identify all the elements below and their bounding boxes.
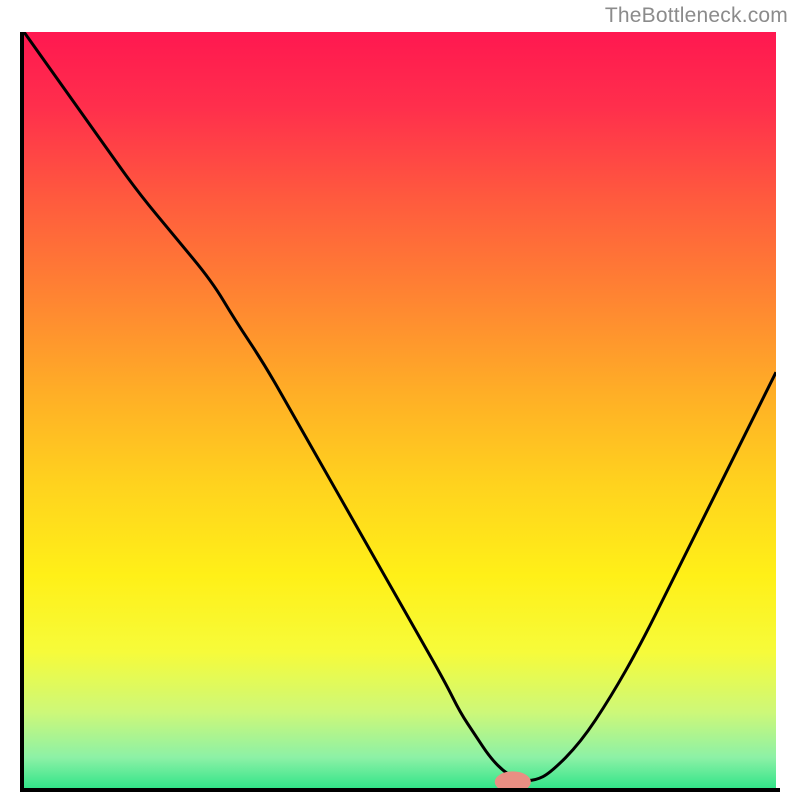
gradient-background bbox=[24, 32, 776, 788]
chart-svg bbox=[20, 32, 780, 792]
plot-area bbox=[20, 32, 780, 792]
watermark-text: TheBottleneck.com bbox=[605, 4, 788, 28]
chart-frame: TheBottleneck.com bbox=[0, 0, 800, 800]
